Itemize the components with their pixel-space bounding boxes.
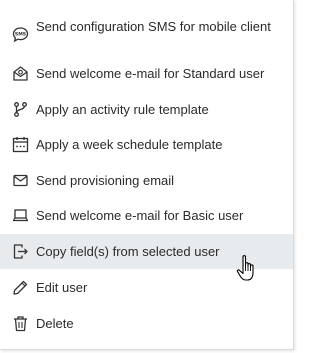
menu-item-label: Send welcome e-mail for Standard user bbox=[36, 66, 265, 81]
envelope-icon bbox=[12, 172, 29, 189]
open-envelope-icon bbox=[12, 65, 29, 82]
laptop-icon bbox=[12, 207, 29, 224]
menu-item-label: Delete bbox=[36, 316, 74, 331]
menu-item-label: Send provisioning email bbox=[36, 173, 175, 188]
menu-item-label: Send welcome e-mail for Basic user bbox=[36, 208, 244, 223]
sms-bubble-icon: SMS bbox=[12, 26, 29, 43]
menu-item-send-provisioning-email[interactable]: Send provisioning email bbox=[0, 164, 293, 198]
calendar-icon bbox=[12, 136, 29, 153]
hand-cursor-icon bbox=[236, 254, 258, 282]
menu-item-send-configuration-sms[interactable]: SMS Send configuration SMS for mobile cl… bbox=[0, 14, 293, 54]
menu-item-send-welcome-standard[interactable]: Send welcome e-mail for Standard user bbox=[0, 57, 293, 91]
menu-item-apply-activity-rule[interactable]: Apply an activity rule template bbox=[0, 93, 293, 127]
svg-text:SMS: SMS bbox=[15, 32, 26, 38]
context-menu: SMS Send configuration SMS for mobile cl… bbox=[0, 0, 294, 350]
menu-item-apply-week-schedule[interactable]: Apply a week schedule template bbox=[0, 128, 293, 162]
pencil-icon bbox=[12, 279, 29, 296]
branch-icon bbox=[12, 101, 29, 118]
file-export-icon bbox=[12, 243, 29, 260]
menu-item-label: Edit user bbox=[36, 280, 88, 295]
menu-item-delete[interactable]: Delete bbox=[0, 306, 293, 340]
menu-item-send-welcome-basic[interactable]: Send welcome e-mail for Basic user bbox=[0, 199, 293, 233]
menu-item-label: Apply a week schedule template bbox=[36, 137, 223, 152]
trash-icon bbox=[12, 315, 29, 332]
menu-item-label: Send configuration SMS for mobile client bbox=[36, 19, 271, 34]
menu-item-label: Apply an activity rule template bbox=[36, 102, 209, 117]
